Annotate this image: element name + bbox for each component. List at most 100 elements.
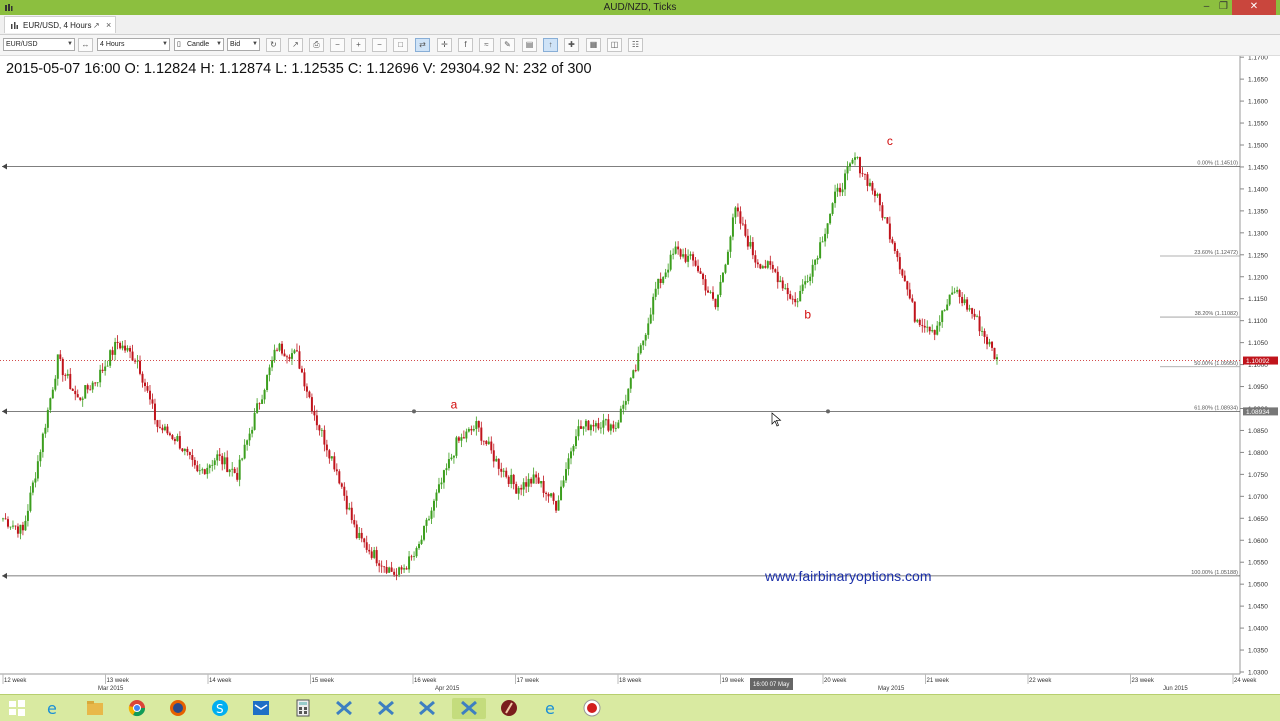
drawing-icon[interactable]: ✎ [500,38,515,52]
grid-icon[interactable]: ▦ [586,38,601,52]
candle-body [756,262,759,265]
cursor-icon[interactable]: ↑ [543,38,558,52]
candle-body [858,157,861,174]
restore-icon[interactable]: ❐ [1215,0,1232,15]
taskbar-record[interactable] [575,698,609,719]
taskbar-ie-2[interactable]: e [534,698,568,719]
indicator-icon[interactable]: ↗ [288,38,303,52]
crosshair-icon[interactable]: ✛ [437,38,452,52]
taskbar-ie[interactable]: e [36,698,70,719]
taskbar-trader-3[interactable] [410,698,444,719]
candle-body [968,308,971,310]
candle-body [243,444,246,459]
autoscroll-icon[interactable]: ⇄ [415,38,430,52]
candle-body [355,524,358,538]
candle-body [477,421,480,428]
start-button[interactable] [0,698,34,719]
candle-body [816,258,819,260]
zoom-out-icon[interactable]: − [330,38,345,52]
candle-body [276,349,279,351]
taskbar-trader-4[interactable] [452,698,486,719]
taskbar-trader-1[interactable] [327,698,361,719]
popout-icon[interactable]: ↗ [93,17,100,34]
candle-body [981,330,984,332]
taskbar-trader-2[interactable] [369,698,403,719]
candle-body [495,458,498,462]
zoom-minus-icon[interactable]: − [372,38,387,52]
candle-body [704,279,707,291]
candle-body [241,458,244,460]
taskbar-skype[interactable]: S [203,698,237,719]
line-anchor-dot[interactable] [826,409,830,414]
candle-body [709,292,712,294]
candle-body [761,266,764,269]
taskbar-explorer[interactable] [78,698,112,719]
candle-body [527,478,530,487]
candle-body [574,436,577,447]
candle-body [106,365,109,367]
candle-body [54,378,57,390]
refresh-icon[interactable]: ↻ [266,38,281,52]
candle-body [168,433,171,436]
instrument-settings-icon[interactable]: ↔ [78,38,93,52]
price-side-select[interactable]: Bid ▼ [227,38,260,51]
taskbar-recorder[interactable] [492,698,526,719]
minimize-icon[interactable]: – [1198,0,1215,15]
candle-body [173,439,176,442]
candle-body [305,386,308,392]
line-anchor-dot[interactable] [412,409,416,414]
candle-body [226,457,229,473]
candle-body [340,483,343,487]
taskbar-firefox[interactable] [161,698,195,719]
candle-body [109,350,112,366]
line-handle-icon [2,572,7,579]
candle-body [996,357,998,360]
taskbar-chrome[interactable] [120,698,154,719]
candle-body [360,532,363,539]
zoom-in-icon[interactable]: + [351,38,366,52]
candle-body [315,415,318,426]
candle-body [146,386,149,391]
close-icon[interactable]: ✕ [1232,0,1276,15]
candle-body [510,474,513,484]
instrument-select[interactable]: EUR/USD ▼ [3,38,75,51]
zoom-fit-icon[interactable]: □ [393,38,408,52]
period-select[interactable]: 4 Hours ▼ [97,38,170,51]
candle-body [973,313,976,317]
candle-body [295,350,298,352]
function-icon[interactable]: f [458,38,473,52]
print-icon[interactable]: ⎙ [309,38,324,52]
candle-body [649,314,652,324]
candle-body [876,193,879,196]
price-tick-label: 1.1500 [1248,143,1268,150]
price-chart[interactable]: 1.1700 1.1650 1.1600 1.1550 1.1500 1.1450 1.14… [0,56,1280,694]
hline-price-value: 1.08934 [1246,409,1270,416]
object-list-icon[interactable]: ▤ [522,38,537,52]
candle-body [375,550,378,564]
tab-close-icon[interactable]: × [106,17,111,34]
candle-body [637,353,640,371]
candle-body [266,375,269,390]
candle-body [191,455,194,460]
candle-body [607,419,610,431]
candle-body [19,524,22,534]
taskbar-calculator[interactable] [286,698,320,719]
candle-body [836,187,839,192]
chart-type-select[interactable]: ▯ Candle ▼ [174,38,224,51]
candle-body [181,448,184,452]
table-icon[interactable]: ☷ [628,38,643,52]
app-icon [5,4,13,11]
candle-body [682,254,685,257]
chart-tab[interactable]: EUR/USD, 4 Hours ↗ × [4,16,116,33]
candle-body [293,350,296,354]
candle-body [39,452,42,462]
candle-body [221,455,224,465]
candle-body [739,211,742,224]
taskbar-mail[interactable] [244,698,278,719]
price-tick-label: 1.0550 [1248,560,1268,567]
layout-icon[interactable]: ◫ [607,38,622,52]
candle-body [330,456,333,459]
wave-icon[interactable]: ≈ [479,38,494,52]
template-icon[interactable]: ✚ [564,38,579,52]
candle-body [447,459,450,469]
